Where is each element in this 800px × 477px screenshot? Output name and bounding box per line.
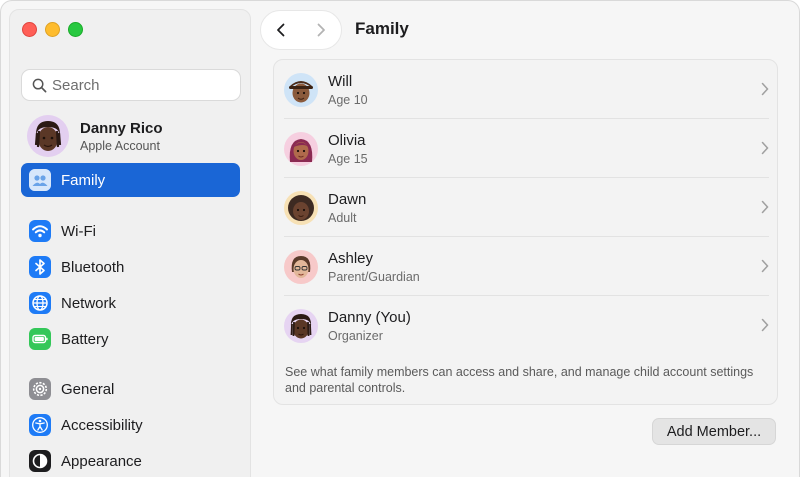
member-row-olivia[interactable]: Olivia Age 15 <box>274 119 779 178</box>
chevron-right-icon <box>761 82 769 96</box>
member-role: Age 15 <box>328 151 368 166</box>
minimize-window-button[interactable] <box>45 22 60 37</box>
sidebar-item-label: General <box>61 380 115 398</box>
family-members-list: Will Age 10 Olivia Age 15 Dawn Adult Ash… <box>273 59 778 405</box>
sidebar-item-family[interactable]: Family <box>21 163 240 197</box>
memoji-olivia-icon <box>289 138 313 162</box>
sidebar: Danny Rico Apple Account Family <box>9 9 251 477</box>
memoji-danny-icon <box>290 313 312 338</box>
sidebar-item-wifi[interactable]: Wi-Fi <box>21 214 240 248</box>
member-row-will[interactable]: Will Age 10 <box>274 60 779 119</box>
apple-account-item[interactable]: Danny Rico Apple Account <box>27 115 163 157</box>
avatar <box>284 249 318 284</box>
accessibility-icon <box>29 414 51 436</box>
back-button[interactable] <box>261 10 301 50</box>
member-row-ashley[interactable]: Ashley Parent/Guardian <box>274 237 779 296</box>
bluetooth-icon <box>29 256 51 278</box>
search-input[interactable] <box>52 76 222 94</box>
member-name: Olivia <box>328 131 366 149</box>
settings-window: Danny Rico Apple Account Family <box>0 0 800 477</box>
member-name: Will <box>328 72 353 90</box>
chevron-right-icon <box>761 141 769 155</box>
memoji-danny-icon <box>27 115 69 157</box>
sidebar-item-label: Bluetooth <box>61 258 125 276</box>
member-name: Ashley <box>328 249 374 267</box>
window-controls <box>22 22 83 37</box>
avatar <box>27 115 69 157</box>
sidebar-item-label: Battery <box>61 330 109 348</box>
sidebar-item-appearance[interactable]: Appearance <box>21 444 240 477</box>
avatar <box>284 131 318 166</box>
sidebar-item-battery[interactable]: Battery <box>21 322 240 356</box>
appearance-icon <box>29 450 51 472</box>
member-row-dawn[interactable]: Dawn Adult <box>274 178 779 237</box>
sidebar-item-label: Wi-Fi <box>61 222 96 240</box>
sidebar-item-label: Family <box>61 171 106 189</box>
sidebar-item-label: Network <box>61 294 117 312</box>
sidebar-item-bluetooth[interactable]: Bluetooth <box>21 250 240 284</box>
wifi-icon <box>29 220 51 242</box>
gear-icon <box>29 378 51 400</box>
family-description: See what family members can access and s… <box>285 365 754 395</box>
add-member-button[interactable]: Add Member... <box>652 418 776 445</box>
member-role: Parent/Guardian <box>328 269 420 284</box>
forward-button[interactable] <box>301 10 341 50</box>
page-title: Family <box>355 19 409 38</box>
family-icon <box>29 169 51 191</box>
zoom-window-button[interactable] <box>68 22 83 37</box>
member-row-danny[interactable]: Danny (You) Organizer <box>274 296 779 355</box>
avatar <box>284 308 318 343</box>
account-subtitle: Apple Account <box>80 138 160 153</box>
account-name: Danny Rico <box>80 119 163 137</box>
member-name: Dawn <box>328 190 367 208</box>
memoji-dawn-icon <box>288 194 314 221</box>
avatar <box>284 190 318 225</box>
search-field[interactable] <box>21 69 241 101</box>
chevron-right-icon <box>761 259 769 273</box>
battery-icon <box>29 328 51 350</box>
sidebar-item-general[interactable]: General <box>21 372 240 406</box>
sidebar-item-label: Appearance <box>61 452 142 470</box>
globe-icon <box>29 292 51 314</box>
chevron-right-icon <box>761 200 769 214</box>
member-role: Adult <box>328 210 357 225</box>
sidebar-item-accessibility[interactable]: Accessibility <box>21 408 240 442</box>
member-role: Organizer <box>328 328 383 343</box>
navigation-buttons <box>260 10 342 50</box>
avatar <box>284 72 318 107</box>
chevron-right-icon <box>317 23 325 37</box>
close-window-button[interactable] <box>22 22 37 37</box>
sidebar-item-network[interactable]: Network <box>21 286 240 320</box>
sidebar-item-label: Accessibility <box>61 416 143 434</box>
search-icon <box>32 78 47 92</box>
member-name: Danny (You) <box>328 308 411 326</box>
member-role: Age 10 <box>328 92 368 107</box>
memoji-ashley-icon <box>291 255 311 278</box>
chevron-left-icon <box>277 23 285 37</box>
chevron-right-icon <box>761 318 769 332</box>
memoji-will-icon <box>289 80 313 102</box>
